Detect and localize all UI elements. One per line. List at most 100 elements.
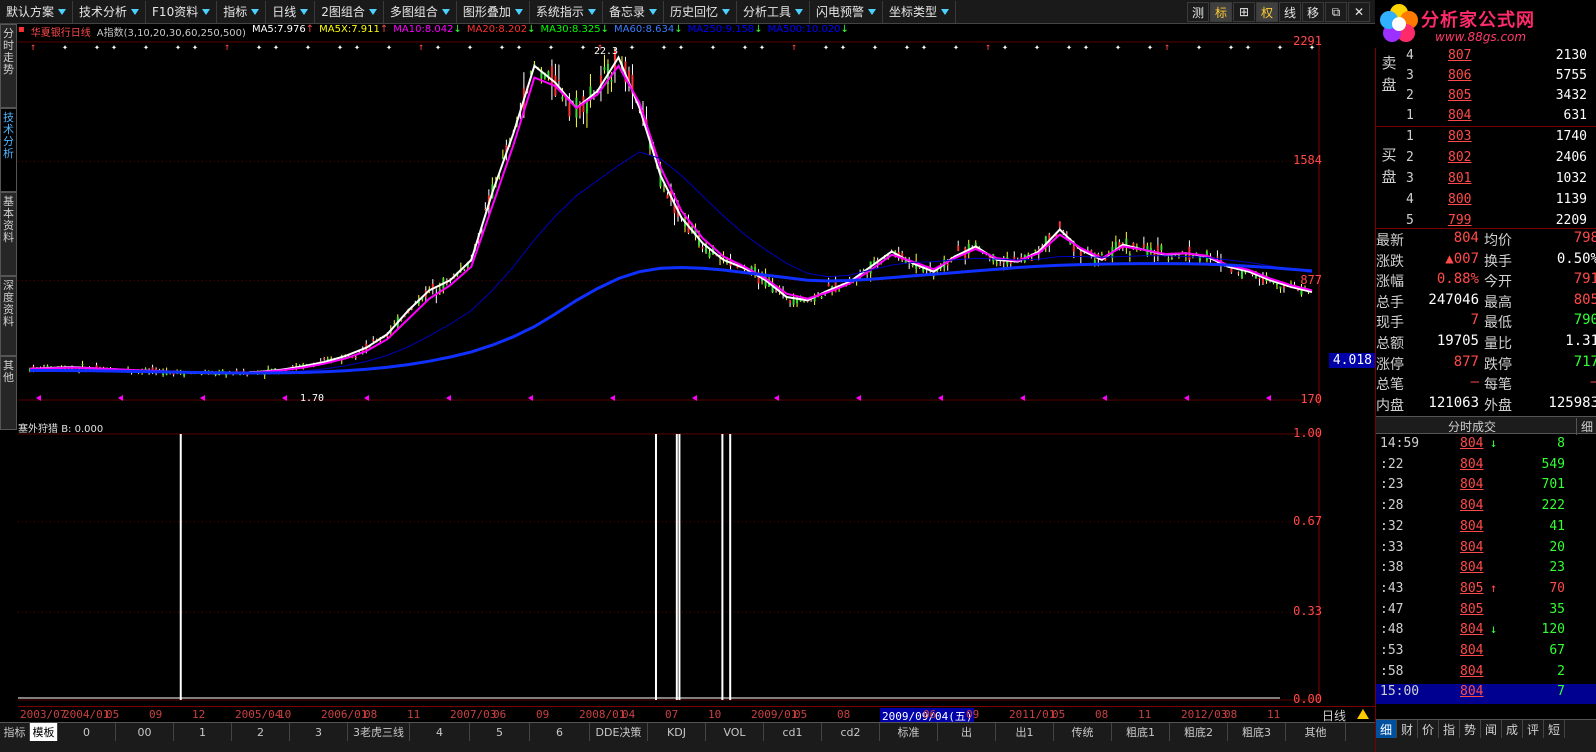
toolbar-item[interactable]: 指标: [217, 0, 267, 23]
period-switch[interactable]: 日线: [1320, 706, 1375, 723]
toolbar-item[interactable]: F10资料: [146, 0, 218, 23]
trade-row[interactable]: :47 805 35: [1376, 602, 1596, 622]
indicator-tab[interactable]: 其他: [1286, 723, 1346, 741]
toolbar-item[interactable]: 备忘录: [603, 0, 664, 23]
dropdown-arrow-icon[interactable]: [648, 8, 657, 15]
left-tab[interactable]: 深度资料: [0, 276, 17, 356]
indicator-tab[interactable]: 6: [530, 723, 590, 741]
toolbar-item[interactable]: 历史回忆: [664, 0, 737, 23]
dropdown-arrow-icon[interactable]: [251, 8, 260, 15]
sell-row[interactable]: 4 807 2130: [1404, 46, 1596, 66]
dropdown-arrow-icon[interactable]: [300, 8, 309, 15]
trade-row[interactable]: :38 804 23: [1376, 560, 1596, 580]
trade-row[interactable]: 15:00 804 7: [1376, 684, 1596, 705]
trade-row[interactable]: :32 804 41: [1376, 519, 1596, 539]
indicator-tab[interactable]: 标准: [880, 723, 938, 741]
left-tab[interactable]: 基本资料: [0, 192, 17, 276]
toolbar-item[interactable]: 日线: [266, 0, 316, 23]
panel-tab[interactable]: 价: [1418, 720, 1439, 738]
kline-chart[interactable]: ▪ 华夏银行日线 A指数(3,10,20,30,60,250,500) MA5:…: [18, 24, 1376, 706]
dropdown-arrow-icon[interactable]: [514, 8, 523, 15]
indicator-tab[interactable]: 4: [410, 723, 470, 741]
left-tab[interactable]: 其他: [0, 356, 17, 430]
indicator-tab[interactable]: cd2: [822, 723, 880, 741]
dropdown-arrow-icon[interactable]: [941, 8, 950, 15]
toolbar-right-button[interactable]: ✕: [1348, 2, 1370, 22]
indicator-tab[interactable]: 1: [174, 723, 232, 741]
indicator-tab[interactable]: 出: [938, 723, 996, 741]
toolbar-item[interactable]: 图形叠加: [457, 0, 530, 23]
toolbar-item[interactable]: 2图组合: [315, 0, 384, 23]
indicator-tab[interactable]: 0: [58, 723, 116, 741]
dropdown-arrow-icon[interactable]: [721, 8, 730, 15]
toolbar-right-button[interactable]: ⧉: [1325, 2, 1347, 22]
indicator-tab[interactable]: 粗底3: [1228, 723, 1286, 741]
toolbar-item[interactable]: 坐标类型: [883, 0, 957, 23]
indicator-tab[interactable]: 2: [232, 723, 290, 741]
dropdown-arrow-icon[interactable]: [794, 8, 803, 15]
indicator-tab[interactable]: DDE决策: [590, 723, 648, 741]
trade-row[interactable]: 14:59 804 ↓ 8: [1376, 436, 1596, 456]
indicator-tab[interactable]: 5: [470, 723, 530, 741]
panel-tab[interactable]: 细: [1376, 720, 1397, 738]
toolbar-item[interactable]: 默认方案: [0, 0, 74, 23]
dropdown-arrow-icon[interactable]: [131, 8, 140, 15]
toolbar-right-button[interactable]: 移: [1302, 2, 1324, 22]
toolbar-item[interactable]: 多图组合: [384, 0, 457, 23]
sell-row[interactable]: 2 805 3432: [1404, 86, 1596, 106]
buy-row[interactable]: 2 802 2406: [1404, 148, 1596, 168]
trade-detail-button[interactable]: 细: [1575, 418, 1593, 435]
toolbar-right-button[interactable]: ⊞: [1233, 2, 1255, 22]
buy-row[interactable]: 4 800 1139: [1404, 190, 1596, 210]
toolbar-right-button[interactable]: 线: [1279, 2, 1301, 22]
trade-row[interactable]: :48 804 ↓ 120: [1376, 622, 1596, 642]
panel-tab[interactable]: 评: [1523, 720, 1544, 738]
indicator-tab[interactable]: VOL: [706, 723, 764, 741]
indicator-tab[interactable]: 粗底1: [1112, 723, 1170, 741]
dropdown-arrow-icon[interactable]: [58, 8, 67, 15]
dropdown-arrow-icon[interactable]: [587, 8, 596, 15]
panel-tab[interactable]: 指: [1439, 720, 1460, 738]
left-tab[interactable]: 分时走势: [0, 24, 17, 108]
sell-row[interactable]: 3 806 5755: [1404, 66, 1596, 86]
dropdown-arrow-icon[interactable]: [368, 8, 377, 15]
indicator-tab[interactable]: 模板: [30, 723, 58, 741]
trade-row[interactable]: :43 805 ↑ 70: [1376, 581, 1596, 601]
dropdown-arrow-icon[interactable]: [202, 8, 211, 15]
toolbar-item[interactable]: 系统指示: [530, 0, 603, 23]
trade-row[interactable]: :53 804 67: [1376, 643, 1596, 663]
indicator-tab[interactable]: 指标: [0, 723, 30, 741]
trade-row[interactable]: :33 804 20: [1376, 540, 1596, 560]
indicator-tab[interactable]: KDJ: [648, 723, 706, 741]
quote-value-2: 0.50%: [1556, 250, 1596, 267]
indicator-tab[interactable]: 出1: [996, 723, 1054, 741]
dropdown-arrow-icon[interactable]: [868, 8, 876, 15]
indicator-tab[interactable]: 传统: [1054, 723, 1112, 741]
trade-row[interactable]: :28 804 222: [1376, 498, 1596, 518]
trade-row[interactable]: :22 804 549: [1376, 457, 1596, 477]
period-up-icon[interactable]: [1357, 709, 1369, 719]
indicator-tab[interactable]: cd1: [764, 723, 822, 741]
indicator-tab[interactable]: 3: [290, 723, 348, 741]
indicator-tab[interactable]: 00: [116, 723, 174, 741]
toolbar-right-button[interactable]: 权: [1256, 2, 1278, 22]
dropdown-arrow-icon[interactable]: [441, 8, 450, 15]
trade-row[interactable]: :23 804 701: [1376, 477, 1596, 497]
panel-tab[interactable]: 短: [1544, 720, 1565, 738]
buy-row[interactable]: 3 801 1032: [1404, 169, 1596, 189]
panel-tab[interactable]: 势: [1460, 720, 1481, 738]
buy-row[interactable]: 1 803 1740: [1404, 127, 1596, 147]
indicator-tab[interactable]: 粗底2: [1170, 723, 1228, 741]
panel-tab[interactable]: 成: [1502, 720, 1523, 738]
sell-row[interactable]: 1 804 631: [1404, 106, 1596, 126]
toolbar-item[interactable]: 技术分析: [73, 0, 147, 23]
panel-tab[interactable]: 财: [1397, 720, 1418, 738]
indicator-tab[interactable]: 3老虎三线: [348, 723, 410, 741]
toolbar-right-button[interactable]: 测: [1187, 2, 1209, 22]
toolbar-right-button[interactable]: 标: [1210, 2, 1232, 22]
panel-tab[interactable]: 闻: [1481, 720, 1502, 738]
toolbar-item[interactable]: 分析工具: [737, 0, 810, 23]
trade-row[interactable]: :58 804 2: [1376, 664, 1596, 684]
toolbar-item[interactable]: 闪电预警: [810, 0, 883, 23]
left-tab[interactable]: 技术分析: [0, 108, 17, 192]
